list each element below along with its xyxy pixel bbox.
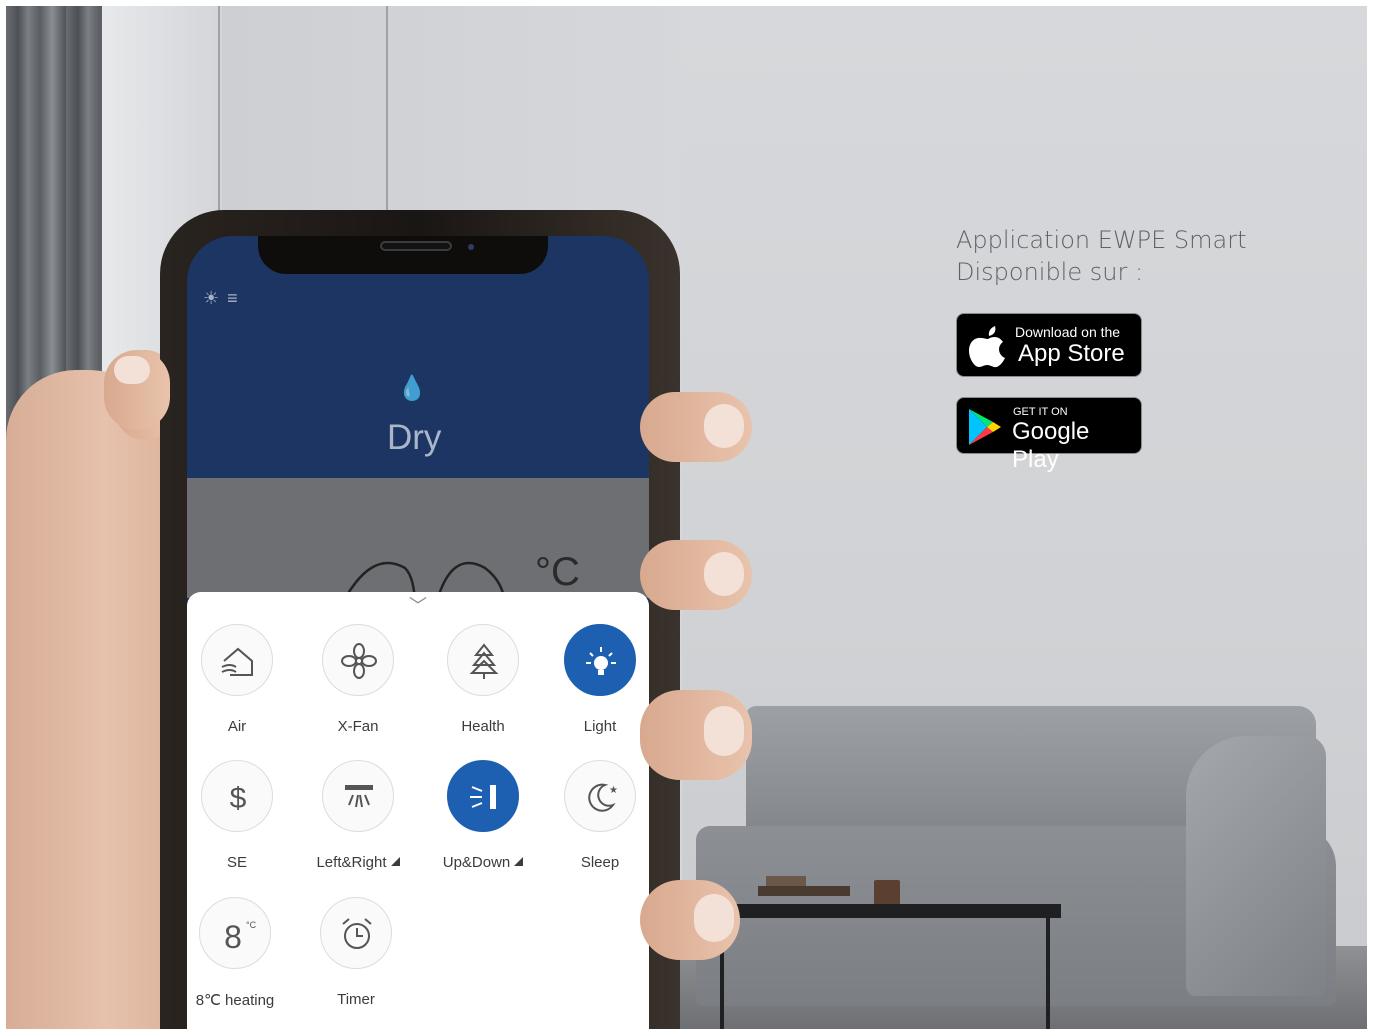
function-se[interactable]: $ SE bbox=[187, 760, 292, 871]
app-store-badge[interactable]: Download on the App Store bbox=[956, 313, 1142, 377]
finger bbox=[640, 392, 752, 462]
function-label: Light bbox=[583, 718, 617, 735]
temperature-unit: °C bbox=[535, 550, 580, 594]
temperature-area: °C bbox=[187, 478, 649, 608]
function-timer[interactable]: Timer bbox=[301, 897, 411, 1008]
finger bbox=[640, 880, 740, 960]
function-label: Sleep bbox=[580, 854, 620, 871]
coffee-table bbox=[706, 904, 1061, 918]
book bbox=[766, 876, 806, 886]
function-light[interactable]: Light bbox=[545, 624, 649, 735]
function-air[interactable]: Air bbox=[187, 624, 292, 735]
function-label: Health bbox=[461, 718, 505, 735]
cup bbox=[874, 880, 900, 906]
google-play-badge[interactable]: GET IT ON Google Play bbox=[956, 397, 1142, 473]
tree-icon bbox=[447, 624, 519, 696]
finger bbox=[640, 540, 752, 610]
function-label: Up&Down bbox=[428, 854, 538, 871]
app-store-small-text: Download on the bbox=[1015, 324, 1121, 340]
function-label: SE bbox=[226, 854, 247, 871]
table-leg bbox=[1046, 918, 1050, 1029]
finger bbox=[640, 690, 752, 780]
google-play-icon bbox=[969, 409, 1001, 445]
light-icon bbox=[564, 624, 636, 696]
dollar-icon: $ bbox=[201, 760, 273, 832]
app-store-large-text: App Store bbox=[1018, 340, 1125, 367]
collapse-handle-icon[interactable]: ﹀ bbox=[409, 592, 427, 618]
promo-title-line2: Disponible sur : bbox=[956, 258, 1144, 286]
status-icons: ☀ ≡ bbox=[203, 288, 246, 309]
dropdown-triangle-icon bbox=[514, 857, 524, 866]
swing-horizontal-icon bbox=[322, 760, 394, 832]
svg-text:8: 8 bbox=[224, 919, 242, 954]
book bbox=[758, 886, 850, 896]
swing-vertical-icon bbox=[447, 760, 519, 832]
function-panel: ﹀ Air X-Fan Health Light $ SE Left&Right… bbox=[187, 592, 649, 1029]
dropdown-triangle-icon bbox=[390, 857, 400, 866]
air-icon bbox=[201, 624, 273, 696]
phone-speaker bbox=[380, 241, 452, 251]
promo-title: Application EWPE Smart Disponible sur : bbox=[956, 224, 1246, 288]
function-up-down[interactable]: Up&Down bbox=[428, 760, 538, 871]
dry-mode-icon: 💧 bbox=[397, 375, 427, 402]
promo-title-line1: Application EWPE Smart bbox=[956, 226, 1247, 254]
fan-icon bbox=[322, 624, 394, 696]
svg-text:$: $ bbox=[230, 782, 247, 815]
apple-icon bbox=[969, 326, 1005, 368]
swing-status-icon: ≡ bbox=[227, 288, 238, 308]
light-status-icon: ☀ bbox=[203, 288, 220, 308]
function-label: Air bbox=[227, 718, 247, 735]
sofa-arm bbox=[1186, 736, 1326, 996]
function-left-right[interactable]: Left&Right bbox=[303, 760, 413, 871]
function-sleep[interactable]: ★ Sleep bbox=[545, 760, 649, 871]
phone-camera bbox=[468, 244, 474, 250]
svg-text:★: ★ bbox=[609, 785, 618, 796]
function-health[interactable]: Health bbox=[428, 624, 538, 735]
function-label: Left&Right bbox=[303, 854, 413, 871]
function-label: X-Fan bbox=[337, 718, 379, 735]
moon-icon: ★ bbox=[564, 760, 636, 832]
mode-label: Dry bbox=[387, 418, 442, 457]
alarm-clock-icon bbox=[320, 897, 392, 969]
phone-screen: ☀ ≡ 💧 Dry °C ﹀ Air X-Fan Health Light $ … bbox=[187, 236, 649, 1029]
heating-8-icon: 8 °C bbox=[199, 897, 271, 969]
function-x-fan[interactable]: X-Fan bbox=[303, 624, 413, 735]
google-play-large-text: Google Play bbox=[1012, 418, 1090, 473]
function-label: Timer bbox=[337, 991, 375, 1008]
function-label: 8℃ heating bbox=[195, 992, 275, 1009]
svg-text:°C: °C bbox=[246, 920, 256, 930]
function-8c-heating[interactable]: 8 °C 8℃ heating bbox=[187, 897, 290, 1009]
thumb bbox=[104, 350, 170, 430]
google-play-small-text: GET IT ON bbox=[1013, 406, 1068, 418]
